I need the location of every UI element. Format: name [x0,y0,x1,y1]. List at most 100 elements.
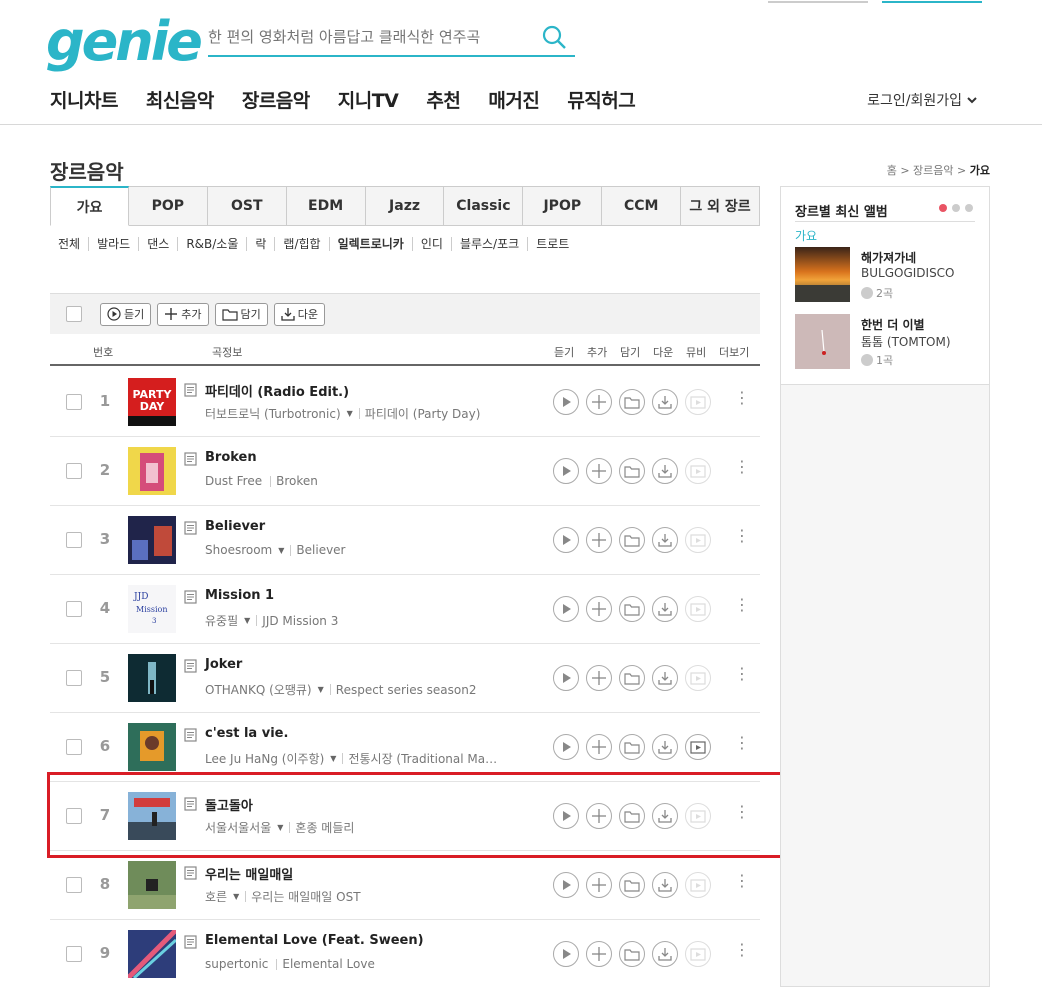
save-selected-button[interactable]: 담기 [214,302,268,326]
subgenre-dance[interactable]: 댄스 [138,237,177,251]
song-row[interactable]: 3 Believer Shoesroom ▼ Believer ⋮ [50,506,760,575]
song-title[interactable]: c'est la vie. [205,726,288,741]
play-button[interactable] [553,389,579,415]
download-selected-button[interactable]: 다운 [273,302,325,326]
carousel-dots[interactable] [939,204,973,212]
save-button[interactable] [619,803,645,829]
add-button[interactable] [586,941,612,967]
lyrics-icon[interactable] [184,383,198,397]
subgenre-indie[interactable]: 인디 [411,237,451,251]
play-button[interactable] [553,941,579,967]
tab-classic[interactable]: Classic [444,186,524,226]
download-button[interactable] [652,941,678,967]
song-album[interactable]: Elemental Love [282,957,374,971]
lyrics-icon[interactable] [184,728,198,742]
song-artist[interactable]: Lee Ju HaNg (이주항) [205,750,324,767]
album-cover[interactable] [128,654,176,702]
song-artist[interactable]: 서울서울서울 [205,819,271,836]
album-artist[interactable]: 톰톰 (TOMTOM) [861,333,951,350]
save-button[interactable] [619,527,645,553]
save-button[interactable] [619,734,645,760]
play-button[interactable] [553,527,579,553]
artist-dropdown-icon[interactable]: ▼ [278,546,284,555]
song-album[interactable]: 혼종 메들리 [295,819,354,836]
song-album[interactable]: 파티데이 (Party Day) [365,405,481,422]
play-button[interactable] [553,734,579,760]
add-button[interactable] [586,458,612,484]
music-video-button[interactable] [685,941,711,967]
album-cover[interactable]: PARTY DAY [128,378,176,426]
tab-jazz[interactable]: Jazz [365,186,445,226]
song-row[interactable]: 9 Elemental Love (Feat. Sween) supertonic E… [50,920,760,987]
tab-edm[interactable]: EDM [286,186,366,226]
album-artist[interactable]: BULGOGIDISCO [861,266,955,280]
song-row[interactable]: 2 Broken Dust Free Broken ⋮ [50,437,760,506]
play-button[interactable] [553,596,579,622]
more-options-icon[interactable]: ⋮ [734,942,750,958]
download-button[interactable] [652,527,678,553]
play-button[interactable] [553,872,579,898]
song-artist[interactable]: Dust Free [205,474,262,488]
breadcrumb-genre[interactable]: 장르음악 [913,164,953,177]
more-options-icon[interactable]: ⋮ [734,597,750,613]
album-cover[interactable] [128,930,176,978]
subgenre-electronica[interactable]: 일렉트로니카 [328,237,412,251]
genie-logo[interactable]: genie [46,12,203,72]
song-artist[interactable]: 유중필 [205,612,238,629]
more-options-icon[interactable]: ⋮ [734,528,750,544]
music-video-button[interactable] [685,665,711,691]
album-cover[interactable] [128,516,176,564]
music-video-button[interactable] [685,596,711,622]
subgenre-rnb[interactable]: R&B/소울 [177,237,246,251]
download-button[interactable] [652,596,678,622]
song-checkbox[interactable] [66,877,82,893]
lyrics-icon[interactable] [184,935,198,949]
album-cover[interactable] [795,314,850,369]
album-cover[interactable]: JJD Mission 3 [128,585,176,633]
song-title[interactable]: Believer [205,519,265,534]
add-button[interactable] [586,665,612,691]
play-selected-button[interactable]: 듣기 [100,302,152,326]
song-checkbox[interactable] [66,394,82,410]
tab-pop[interactable]: POP [128,186,208,226]
nav-item-musichug[interactable]: 뮤직허그 [567,86,635,113]
save-button[interactable] [619,872,645,898]
music-video-button[interactable] [685,389,711,415]
nav-item-magazine[interactable]: 매거진 [488,86,539,113]
song-artist[interactable]: 터보트로닉 (Turbotronic) [205,405,341,422]
save-button[interactable] [619,665,645,691]
more-options-icon[interactable]: ⋮ [734,873,750,889]
save-button[interactable] [619,458,645,484]
artist-dropdown-icon[interactable]: ▼ [330,754,336,763]
download-button[interactable] [652,734,678,760]
download-button[interactable] [652,803,678,829]
play-button[interactable] [553,803,579,829]
song-artist[interactable]: OTHANKQ (오땡큐) [205,681,312,698]
artist-dropdown-icon[interactable]: ▼ [277,823,283,832]
song-checkbox[interactable] [66,739,82,755]
search-icon[interactable] [541,24,567,50]
album-cover[interactable] [128,723,176,771]
album-title[interactable]: 해가져가네 [861,249,916,266]
breadcrumb-home[interactable]: 홈 [887,164,897,177]
song-row[interactable]: 5 Joker OTHANKQ (오땡큐) ▼ Respect series seaso… [50,644,760,713]
lyrics-icon[interactable] [184,659,198,673]
nav-item-new[interactable]: 최신음악 [146,86,214,113]
album-cover[interactable] [128,792,176,840]
lyrics-icon[interactable] [184,797,198,811]
sidebar-album[interactable]: 해가져가네 BULGOGIDISCO 2곡 [795,247,975,303]
song-album[interactable]: Respect series season2 [336,683,477,697]
subgenre-ballad[interactable]: 발라드 [88,237,138,251]
song-checkbox[interactable] [66,946,82,962]
song-title[interactable]: Mission 1 [205,588,274,603]
tab-ccm[interactable]: CCM [602,186,682,226]
song-album[interactable]: Broken [276,474,318,488]
song-checkbox[interactable] [66,532,82,548]
song-title[interactable]: 파티데이 (Radio Edit.) [205,381,349,400]
tab-jpop[interactable]: JPOP [523,186,603,226]
song-album[interactable]: 우리는 매일매일 OST [251,888,360,905]
nav-item-chart[interactable]: 지니차트 [50,86,118,113]
nav-item-recommend[interactable]: 추천 [426,86,460,113]
select-all-checkbox[interactable] [66,306,82,322]
more-options-icon[interactable]: ⋮ [734,459,750,475]
